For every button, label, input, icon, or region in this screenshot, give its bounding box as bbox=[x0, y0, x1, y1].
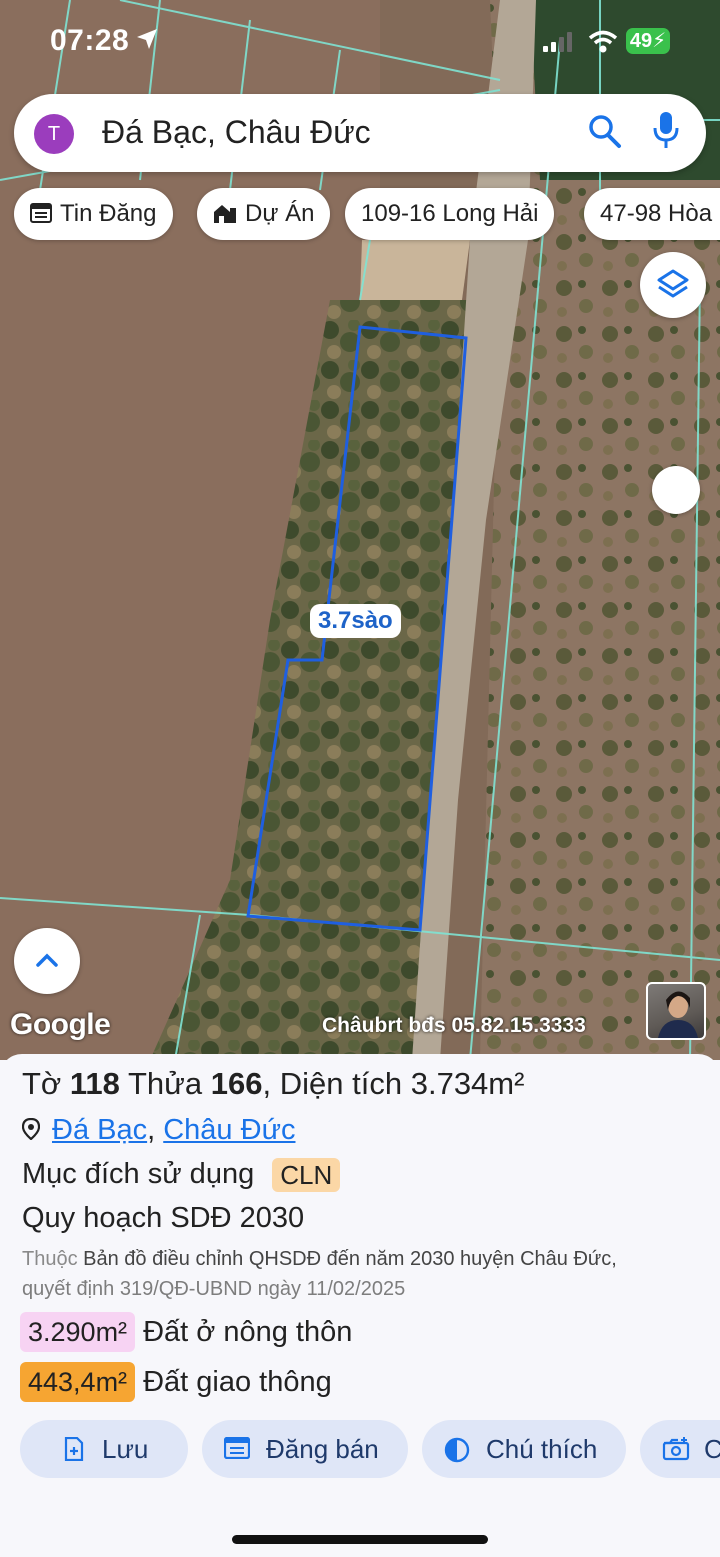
camera-add-icon bbox=[662, 1437, 690, 1461]
chip-label: 109-16 Long Hải bbox=[361, 200, 539, 227]
search-icon[interactable] bbox=[588, 114, 622, 150]
sheet-number: 118 bbox=[69, 1066, 120, 1101]
title-comma: , bbox=[262, 1066, 272, 1101]
lot-label: Thửa bbox=[127, 1066, 203, 1101]
legend-label: Chú thích bbox=[486, 1434, 598, 1464]
parcel-info-panel: Tờ 118 Thửa 166, Diện tích 3.734m² Đá Bạ… bbox=[0, 1054, 720, 1557]
listing-icon bbox=[224, 1437, 250, 1459]
plan-note: Thuộc Bản đồ điều chỉnh QHSDĐ đến năm 20… bbox=[22, 1244, 720, 1304]
post-sale-button[interactable]: Đăng bán bbox=[202, 1420, 408, 1478]
sheet-label: Tờ bbox=[22, 1066, 62, 1101]
chip-listings[interactable]: Tin Đăng bbox=[14, 188, 173, 240]
chip-projects[interactable]: Dự Án bbox=[197, 188, 331, 240]
layers-icon bbox=[657, 269, 689, 298]
google-logo: Google bbox=[10, 1008, 111, 1041]
land-use-row: 443,4m² Đất giao thông bbox=[20, 1362, 332, 1402]
wifi-icon bbox=[588, 30, 618, 53]
signal-icon bbox=[543, 32, 572, 52]
user-photo-thumbnail[interactable] bbox=[646, 982, 706, 1040]
home-indicator[interactable] bbox=[232, 1535, 488, 1544]
plot-area-label: 3.7sào bbox=[310, 604, 401, 638]
status-time: 07:28 bbox=[50, 24, 130, 57]
save-label: Lưu bbox=[102, 1434, 149, 1464]
note-line-1: Bản đồ điều chỉnh QHSDĐ đến năm 2030 huy… bbox=[83, 1248, 617, 1270]
area-label: Diện tích bbox=[279, 1066, 403, 1101]
add-file-icon bbox=[64, 1437, 84, 1461]
note-prefix: Thuộc bbox=[22, 1248, 78, 1270]
location-arrow-icon bbox=[137, 29, 157, 49]
land-use-area: 443,4m² bbox=[20, 1362, 136, 1402]
save-button[interactable]: Lưu bbox=[20, 1420, 188, 1478]
watermark-text: Châubrt bđs 05.82.15.3333 bbox=[322, 1014, 586, 1037]
mic-icon[interactable] bbox=[652, 110, 680, 152]
post-sale-label: Đăng bán bbox=[266, 1434, 379, 1464]
layers-button[interactable] bbox=[640, 252, 706, 318]
person-photo bbox=[658, 991, 698, 1038]
charging-bolt-icon: ⚡ bbox=[652, 30, 667, 52]
purpose-badge: CLN bbox=[272, 1158, 341, 1193]
land-use-row: 3.290m² Đất ở nông thôn bbox=[20, 1312, 352, 1352]
search-input[interactable]: Đá Bạc, Châu Đức bbox=[102, 114, 371, 151]
address-separator: , bbox=[147, 1114, 164, 1146]
location-pin-icon bbox=[22, 1118, 40, 1141]
district-link[interactable]: Châu Đức bbox=[163, 1114, 295, 1146]
camera-button[interactable]: C bbox=[640, 1420, 720, 1478]
battery-level: 49 bbox=[629, 30, 653, 52]
note-line-2: quyết định 319/QĐ-UBND ngày 11/02/2025 bbox=[22, 1278, 406, 1300]
chevron-up-icon bbox=[36, 953, 58, 967]
search-bar[interactable]: T Đá Bạc, Châu Đức bbox=[14, 94, 706, 172]
chip-location-2[interactable]: 47-98 Hòa bbox=[584, 188, 720, 240]
chip-label: Dự Án bbox=[245, 200, 315, 227]
map-control-button[interactable] bbox=[652, 466, 700, 514]
chip-label: Tin Đăng bbox=[60, 200, 157, 227]
land-purpose: Mục đích sử dụng CLN bbox=[22, 1158, 341, 1193]
battery-indicator: 49⚡ bbox=[626, 28, 670, 54]
satellite-map[interactable]: 07:28 49⚡ T Đá Bạc, Châu Đức Tin Đăng Dự… bbox=[0, 0, 720, 1060]
commune-link[interactable]: Đá Bạc bbox=[52, 1114, 147, 1146]
camera-label: C bbox=[704, 1434, 720, 1464]
expand-up-button[interactable] bbox=[14, 928, 80, 994]
avatar[interactable]: T bbox=[34, 114, 74, 154]
purpose-label: Mục đích sử dụng bbox=[22, 1158, 255, 1190]
chip-label: 47-98 Hòa bbox=[600, 200, 713, 227]
land-use-label: Đất giao thông bbox=[143, 1365, 332, 1398]
building-icon bbox=[214, 204, 236, 223]
contrast-icon bbox=[444, 1437, 470, 1463]
parcel-title: Tờ 118 Thửa 166, Diện tích 3.734m² bbox=[22, 1066, 524, 1102]
land-use-area: 3.290m² bbox=[20, 1312, 136, 1352]
plan-title: Quy hoạch SDĐ 2030 bbox=[22, 1202, 305, 1234]
listing-icon bbox=[30, 202, 52, 223]
parcel-address: Đá Bạc, Châu Đức bbox=[22, 1114, 295, 1147]
area-value: 3.734m² bbox=[410, 1066, 525, 1101]
legend-button[interactable]: Chú thích bbox=[422, 1420, 626, 1478]
land-use-label: Đất ở nông thôn bbox=[143, 1315, 353, 1348]
lot-number: 166 bbox=[210, 1066, 263, 1101]
status-bar: 07:28 49⚡ bbox=[0, 22, 720, 62]
chip-location-1[interactable]: 109-16 Long Hải bbox=[345, 188, 555, 240]
